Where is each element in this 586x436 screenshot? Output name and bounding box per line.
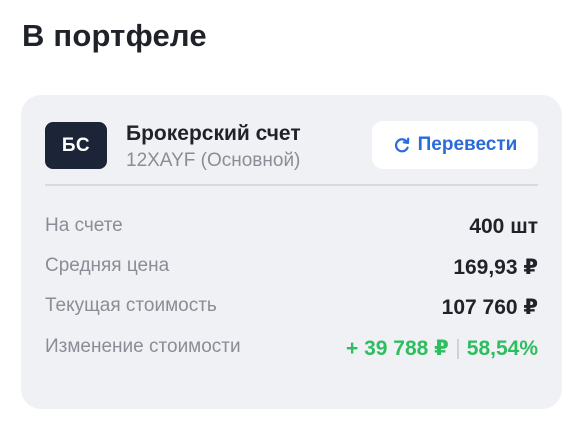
stat-row-on-account: На счете 400 шт <box>45 215 538 241</box>
value-change-absolute: + 39 788 ₽ <box>345 337 449 360</box>
stat-label: Текущая стоимость <box>45 295 217 316</box>
section-title: В портфеле <box>22 18 207 53</box>
stat-label: Средняя цена <box>45 255 170 276</box>
stat-label: Изменение стоимости <box>45 336 241 357</box>
account-avatar: БС <box>45 122 107 169</box>
portfolio-card: БС Брокерский счет 12XAYF (Основной) Пер… <box>21 95 562 409</box>
stat-row-current-value: Текущая стоимость 107 760 ₽ <box>45 295 538 321</box>
card-divider <box>45 184 538 186</box>
refresh-icon <box>393 136 411 154</box>
stat-value: 169,93 ₽ <box>453 256 538 279</box>
stat-value: 107 760 ₽ <box>441 296 538 319</box>
stat-row-value-change: Изменение стоимости + 39 788 ₽ 58,54% <box>45 336 538 362</box>
stat-value: 400 шт <box>469 215 538 238</box>
value-change: + 39 788 ₽ 58,54% <box>346 336 538 361</box>
account-header: БС Брокерский счет 12XAYF (Основной) Пер… <box>45 121 538 171</box>
value-change-percent: 58,54% <box>466 336 538 360</box>
stat-label: На счете <box>45 215 123 236</box>
stat-row-average-price: Средняя цена 169,93 ₽ <box>45 255 538 281</box>
transfer-button[interactable]: Перевести <box>372 121 538 169</box>
value-change-separator <box>456 338 459 359</box>
account-id: 12XAYF (Основной) <box>126 150 301 171</box>
account-name: Брокерский счет <box>126 122 301 145</box>
portfolio-page: В портфеле БС Брокерский счет 12XAYF (Ос… <box>0 0 586 436</box>
transfer-button-label: Перевести <box>417 134 518 155</box>
